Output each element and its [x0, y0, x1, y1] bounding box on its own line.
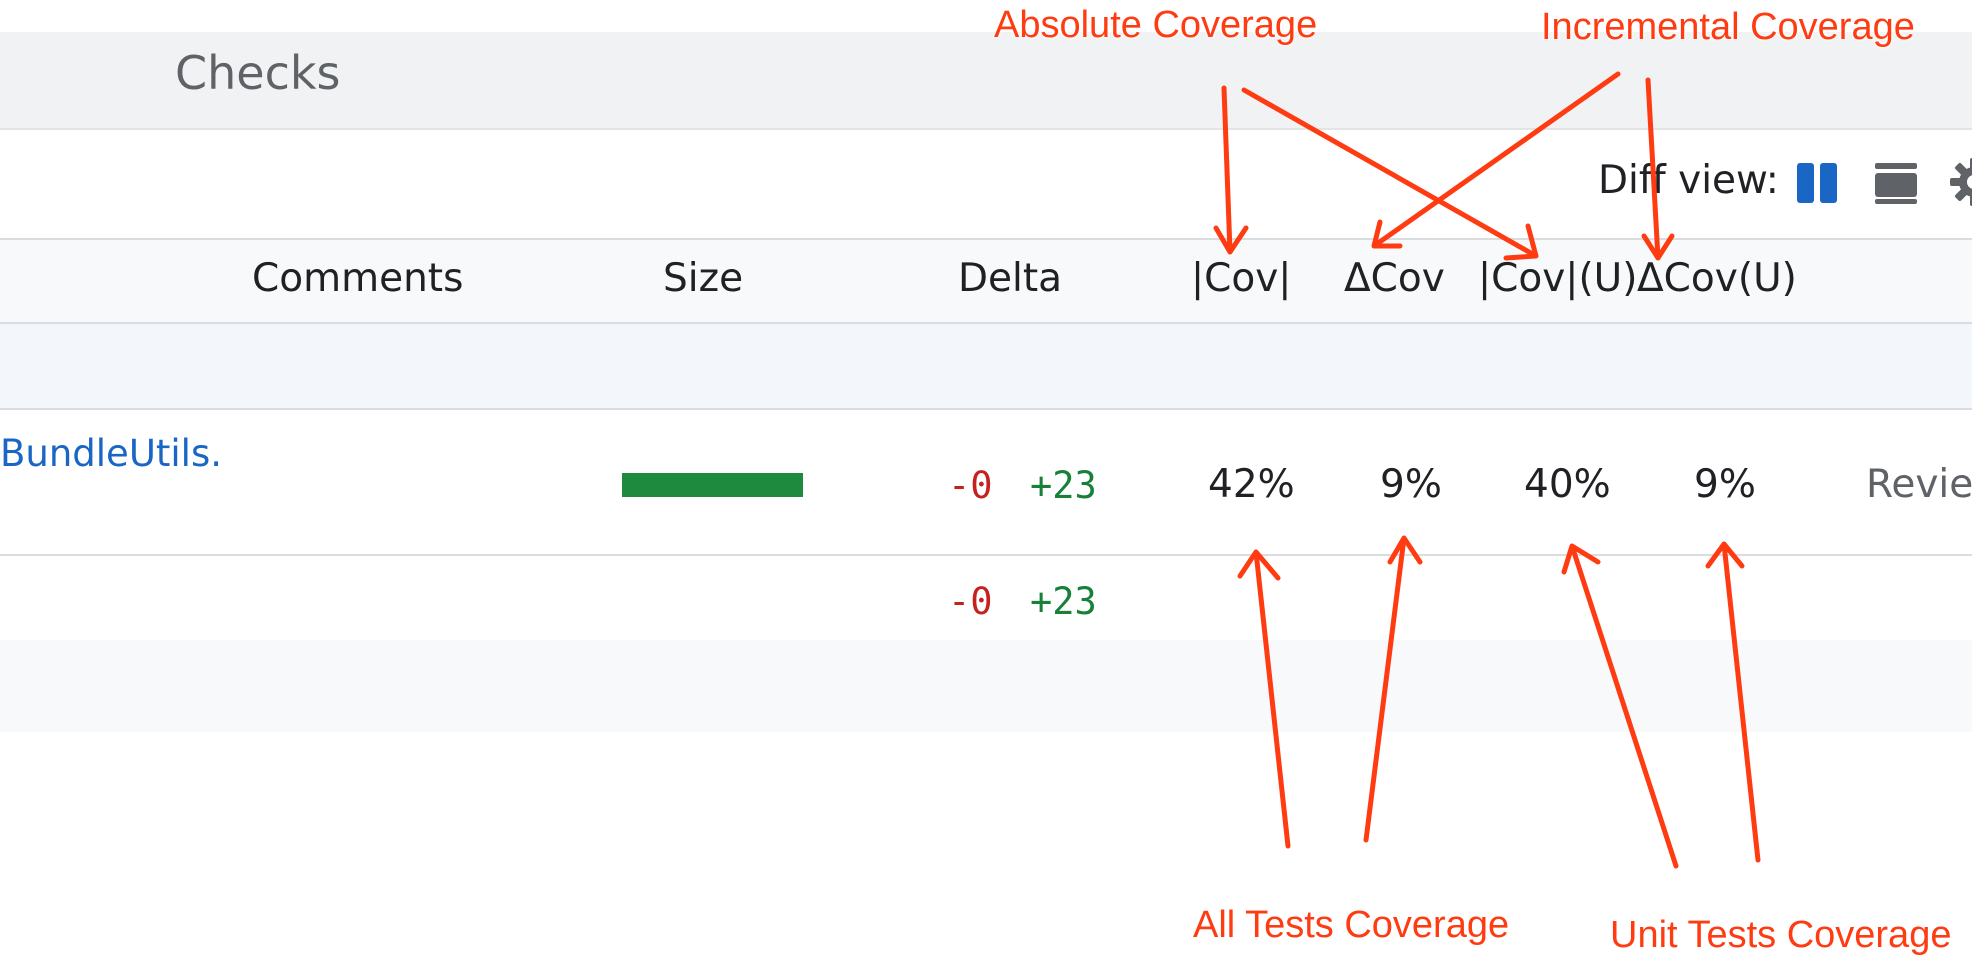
total-delta-added: +23 [1030, 580, 1097, 623]
column-header-dcov[interactable]: ΔCov [1344, 256, 1445, 301]
diff-view-label: Diff view: [1598, 158, 1779, 203]
column-header-cov[interactable]: |Cov| [1191, 256, 1291, 301]
checks-tab-title[interactable]: Checks [175, 46, 340, 100]
size-bar [622, 473, 803, 497]
delta-added: +23 [1030, 464, 1097, 507]
delta-removed: -0 [948, 464, 993, 507]
dcov-unit-value: 9% [1694, 462, 1756, 507]
gear-icon[interactable] [1948, 156, 1972, 208]
dcov-value: 9% [1380, 462, 1442, 507]
column-header-comments[interactable]: Comments [252, 256, 463, 301]
cov-value: 42% [1208, 462, 1295, 507]
side-by-side-icon[interactable] [1796, 162, 1838, 204]
annotation-absolute-coverage: Absolute Coverage [994, 4, 1318, 46]
footer-band [0, 640, 1972, 732]
column-header-dcov-unit[interactable]: ΔCov(U) [1637, 256, 1797, 301]
annotation-incremental-coverage: Incremental Coverage [1541, 6, 1915, 48]
column-header-delta[interactable]: Delta [958, 256, 1062, 301]
section-band [0, 324, 1972, 410]
file-link[interactable]: BundleUtils. [0, 432, 222, 475]
cov-unit-value: 40% [1524, 462, 1611, 507]
unified-diff-icon[interactable] [1874, 162, 1918, 204]
total-delta-removed: -0 [948, 580, 993, 623]
annotation-unit-tests-coverage: Unit Tests Coverage [1610, 914, 1952, 956]
column-header-size[interactable]: Size [663, 256, 743, 301]
annotation-all-tests-coverage: All Tests Coverage [1193, 904, 1510, 946]
review-status-link[interactable]: Reviev [1866, 462, 1972, 507]
column-header-cov-unit[interactable]: |Cov|(U) [1478, 256, 1637, 301]
